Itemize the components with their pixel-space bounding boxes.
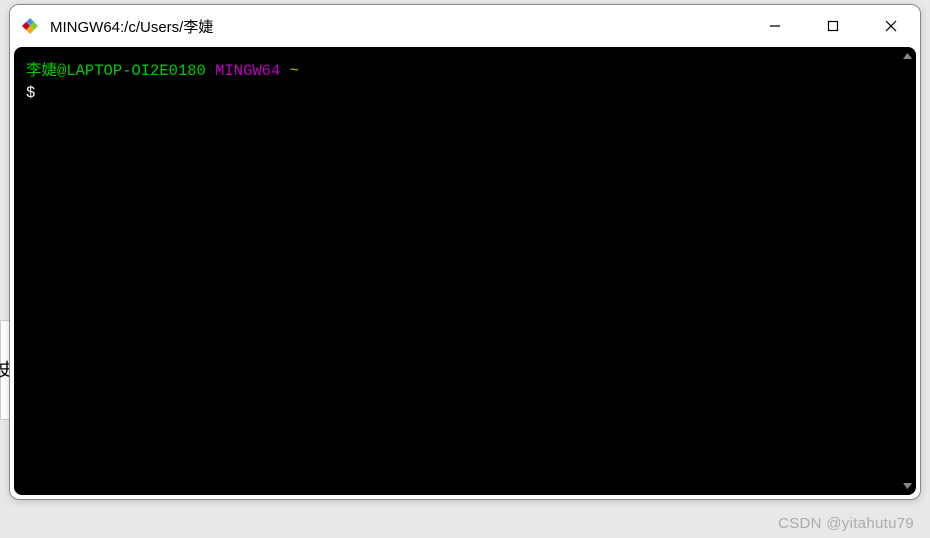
- prompt-at: @: [57, 62, 66, 80]
- terminal[interactable]: 李婕@LAPTOP-OI2E0180 MINGW64 ~ $: [14, 47, 916, 495]
- maximize-button[interactable]: [804, 5, 862, 47]
- scroll-up-icon[interactable]: [901, 49, 913, 63]
- minimize-button[interactable]: [746, 5, 804, 47]
- close-button[interactable]: [862, 5, 920, 47]
- terminal-container: 李婕@LAPTOP-OI2E0180 MINGW64 ~ $: [10, 47, 920, 499]
- prompt-line: 李婕@LAPTOP-OI2E0180 MINGW64 ~: [26, 61, 904, 83]
- terminal-window: MINGW64:/c/Users/李婕 李婕@LAPTOP-OI2E0180 M…: [9, 4, 921, 500]
- prompt-space2: [280, 62, 289, 80]
- prompt-user: 李婕: [26, 62, 57, 80]
- prompt-host: LAPTOP-OI2E0180: [66, 62, 206, 80]
- prompt-symbol: $: [26, 84, 35, 102]
- scroll-down-icon[interactable]: [901, 479, 913, 493]
- app-icon: [20, 16, 40, 36]
- command-line: $: [26, 83, 904, 105]
- window-title: MINGW64:/c/Users/李婕: [50, 16, 746, 37]
- prompt-path: ~: [290, 62, 299, 80]
- window-controls: [746, 5, 920, 47]
- prompt-space: [206, 62, 215, 80]
- titlebar[interactable]: MINGW64:/c/Users/李婕: [10, 5, 920, 47]
- watermark: CSDN @yitahutu79: [778, 515, 914, 532]
- scrollbar[interactable]: [900, 49, 914, 493]
- prompt-env: MINGW64: [215, 62, 280, 80]
